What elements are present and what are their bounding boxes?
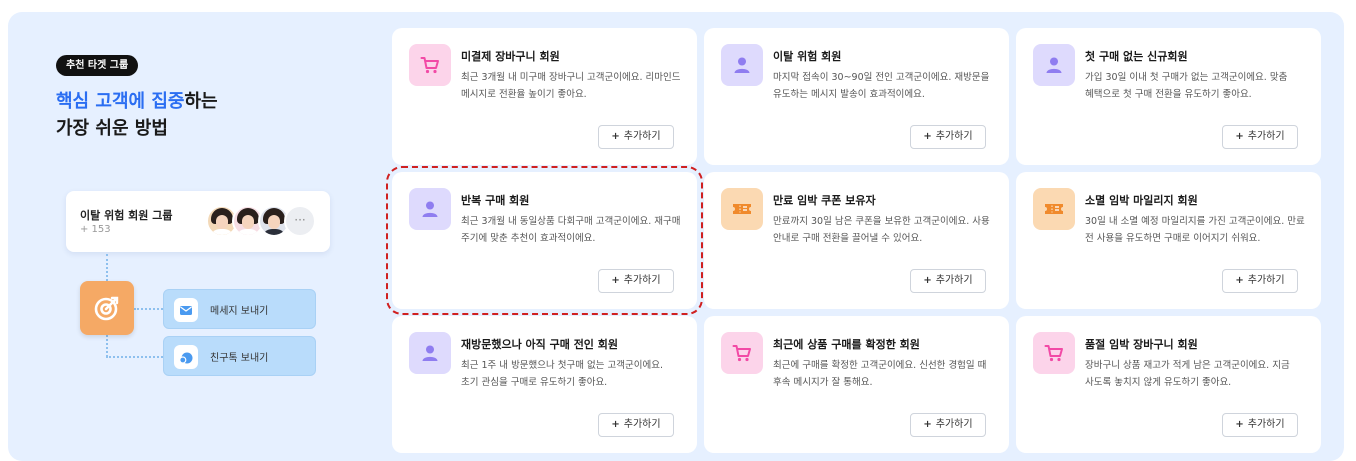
card-title: 첫 구매 없는 신규회원 — [1085, 50, 1188, 63]
add-button[interactable]: + 추가하기 — [598, 125, 674, 149]
target-card: 반복 구매 회원 최근 3개월 내 동일상품 다회구매 고객군이에요. 재구매 … — [386, 166, 703, 315]
plus-icon: + — [1235, 131, 1244, 142]
add-button[interactable]: + 추가하기 — [598, 413, 674, 437]
headline-line2: 가장 쉬운 방법 — [56, 118, 168, 139]
target-icon-box — [80, 281, 134, 335]
card-icon-box — [721, 44, 763, 86]
add-button[interactable]: + 추가하기 — [1222, 269, 1298, 293]
card-title: 미결제 장바구니 회원 — [461, 50, 560, 63]
ticket-icon — [1045, 204, 1063, 214]
plus-icon: + — [923, 131, 932, 142]
plus-icon: + — [923, 275, 932, 286]
connector-line — [106, 254, 108, 281]
card-description: 장바구니 상품 재고가 적게 남은 고객군이에요. 지금 사도록 놓치지 않게 … — [1085, 360, 1290, 388]
add-button[interactable]: + 추가하기 — [1222, 125, 1298, 149]
target-icon — [94, 296, 119, 321]
target-card: 만료 임박 쿠폰 보유자 만료까지 30일 남은 쿠폰을 보유한 고객군이에요.… — [704, 172, 1009, 309]
action-label: 친구톡 보내기 — [210, 353, 269, 364]
connector-line — [106, 335, 108, 357]
card-description: 30일 내 소멸 예정 마일리지를 가진 고객군이에요. 만료 전 사용을 유도… — [1085, 216, 1305, 244]
target-card: 재방문했으나 아직 구매 전인 회원 최근 1주 내 방문했으나 첫구매 없는 … — [392, 316, 697, 453]
chat-bubble-icon — [174, 345, 198, 369]
add-label: 추가하기 — [623, 131, 661, 142]
mail-icon — [174, 298, 198, 322]
add-label: 추가하기 — [1247, 419, 1285, 430]
plus-icon: + — [1235, 275, 1244, 286]
connector-line — [106, 356, 163, 358]
card-title: 재방문했으나 아직 구매 전인 회원 — [461, 338, 618, 351]
headline-highlight: 핵심 고객에 집중 — [56, 91, 185, 112]
target-card: 품절 임박 장바구니 회원 장바구니 상품 재고가 적게 남은 고객군이에요. … — [1016, 316, 1321, 453]
user-icon — [422, 345, 438, 361]
add-button[interactable]: + 추가하기 — [910, 125, 986, 149]
plus-icon: + — [611, 275, 620, 286]
target-card: 소멸 임박 마일리지 회원 30일 내 소멸 예정 마일리지를 가진 고객군이에… — [1016, 172, 1321, 309]
send-message-action[interactable]: 메세지 보내기 — [163, 289, 316, 329]
target-card: 이탈 위험 회원 마지막 접속이 30~90일 전인 고객군이에요. 재방문을 … — [704, 28, 1009, 165]
card-description: 최근 3개월 내 미구매 장바구니 고객군이에요. 리마인드 메시지로 전환율 … — [461, 72, 681, 100]
add-button[interactable]: + 추가하기 — [910, 269, 986, 293]
cart-icon — [732, 345, 751, 362]
plus-icon: + — [923, 419, 932, 430]
add-label: 추가하기 — [1247, 275, 1285, 286]
target-card: 최근에 상품 구매를 확정한 회원 최근에 구매를 확정한 고객군이에요. 신선… — [704, 316, 1009, 453]
user-icon — [1046, 57, 1062, 73]
add-label: 추가하기 — [1247, 131, 1285, 142]
card-description: 가입 30일 이내 첫 구매가 없는 고객군이에요. 맞춤 혜택으로 첫 구매 … — [1085, 72, 1288, 100]
card-icon-box — [1033, 44, 1075, 86]
group-title: 이탈 위험 회원 그룹 — [80, 209, 173, 222]
card-description: 최근 3개월 내 동일상품 다회구매 고객군이에요. 재구매 주기에 맞춘 추천… — [461, 216, 681, 244]
card-icon-box — [409, 332, 451, 374]
card-description: 최근 1주 내 방문했으나 첫구매 없는 고객군이에요. 초기 관심을 구매로 … — [461, 360, 663, 388]
headline-rest: 하는 — [184, 91, 218, 112]
card-description: 마지막 접속이 30~90일 전인 고객군이에요. 재방문을 유도하는 메시지 … — [773, 72, 990, 100]
card-icon-box — [1033, 188, 1075, 230]
send-friendtalk-action[interactable]: 친구톡 보내기 — [163, 336, 316, 376]
card-title: 만료 임박 쿠폰 보유자 — [773, 194, 876, 207]
card-icon-box — [721, 332, 763, 374]
cart-icon — [420, 57, 439, 74]
group-count: + 153 — [80, 224, 111, 235]
add-button[interactable]: + 추가하기 — [598, 269, 674, 293]
ticket-icon — [733, 204, 751, 214]
target-group-card: 이탈 위험 회원 그룹 + 153 ··· — [66, 191, 330, 252]
card-description: 최근에 구매를 확정한 고객군이에요. 신선한 경험일 때 후속 메시지가 잘 … — [773, 360, 987, 388]
more-avatars-icon: ··· — [284, 205, 316, 237]
recommended-target-badge: 추천 타겟 그룹 — [56, 55, 139, 76]
add-label: 추가하기 — [935, 275, 973, 286]
target-card: 첫 구매 없는 신규회원 가입 30일 이내 첫 구매가 없는 고객군이에요. … — [1016, 28, 1321, 165]
add-label: 추가하기 — [935, 131, 973, 142]
plus-icon: + — [611, 131, 620, 142]
target-card: 미결제 장바구니 회원 최근 3개월 내 미구매 장바구니 고객군이에요. 리마… — [392, 28, 697, 165]
card-title: 최근에 상품 구매를 확정한 회원 — [773, 338, 920, 351]
add-button[interactable]: + 추가하기 — [1222, 413, 1298, 437]
plus-icon: + — [1235, 419, 1244, 430]
card-title: 품절 임박 장바구니 회원 — [1085, 338, 1198, 351]
headline: 핵심 고객에 집중하는 가장 쉬운 방법 — [56, 88, 218, 142]
card-description: 만료까지 30일 남은 쿠폰을 보유한 고객군이에요. 사용 안내로 구매 전환… — [773, 216, 990, 244]
card-icon-box — [409, 188, 451, 230]
card-title: 이탈 위험 회원 — [773, 50, 842, 63]
user-icon — [422, 201, 438, 217]
cart-icon — [1044, 345, 1063, 362]
card-icon-box — [409, 44, 451, 86]
card-title: 소멸 임박 마일리지 회원 — [1085, 194, 1198, 207]
add-button[interactable]: + 추가하기 — [910, 413, 986, 437]
connector-line — [134, 308, 163, 310]
action-label: 메세지 보내기 — [210, 306, 269, 317]
card-title: 반복 구매 회원 — [461, 194, 530, 207]
add-label: 추가하기 — [935, 419, 973, 430]
add-label: 추가하기 — [623, 275, 661, 286]
user-icon — [734, 57, 750, 73]
plus-icon: + — [611, 419, 620, 430]
add-label: 추가하기 — [623, 419, 661, 430]
card-icon-box — [721, 188, 763, 230]
card-icon-box — [1033, 332, 1075, 374]
